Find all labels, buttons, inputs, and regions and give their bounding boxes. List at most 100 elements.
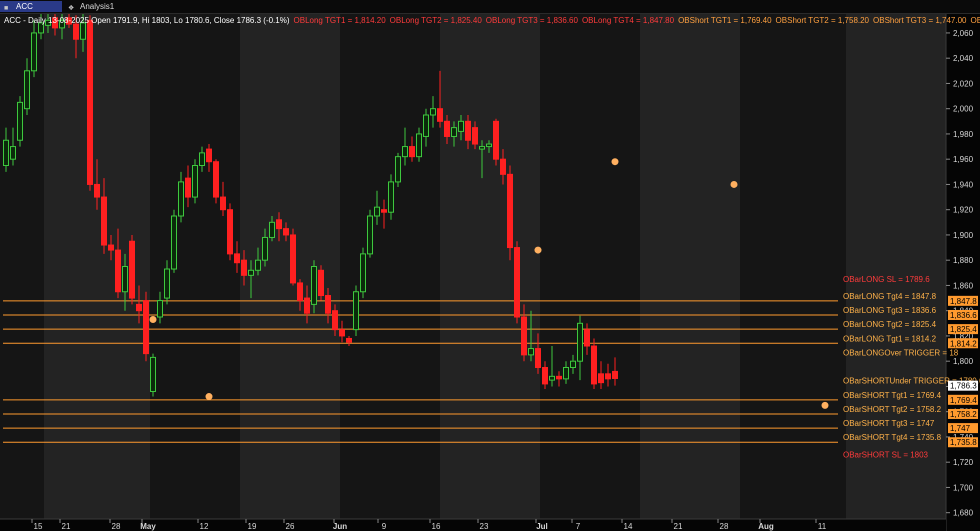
candle-body[interactable]	[542, 367, 548, 385]
signal-dot[interactable]	[821, 401, 829, 409]
candle-body[interactable]	[24, 70, 30, 110]
candle-body[interactable]	[3, 139, 9, 166]
candle-body[interactable]	[374, 206, 380, 217]
candle-body[interactable]	[339, 329, 345, 337]
candle-body[interactable]	[227, 209, 233, 255]
candle-body[interactable]	[269, 221, 275, 238]
candle-body[interactable]	[535, 348, 541, 368]
candle-body[interactable]	[234, 253, 240, 264]
candle-body[interactable]	[465, 120, 471, 141]
tab-analysis1[interactable]: ❖ Analysis1	[64, 1, 126, 12]
candle-body[interactable]	[150, 356, 156, 392]
candle-body[interactable]	[143, 300, 149, 355]
candle-body[interactable]	[10, 146, 16, 160]
candle-body[interactable]	[486, 143, 492, 148]
candle-body[interactable]	[122, 266, 128, 293]
header-target: OBLong TGT2 = 1,825.40	[390, 16, 483, 25]
signal-dot[interactable]	[534, 246, 542, 254]
candle-body[interactable]	[94, 183, 100, 198]
x-tick-label: 15	[34, 522, 43, 531]
candle-body[interactable]	[472, 127, 478, 145]
candle-body[interactable]	[108, 244, 114, 251]
tab-acc-daily[interactable]: ■ ACC (Daily)	[0, 1, 62, 22]
candle-body[interactable]	[563, 367, 569, 380]
candle-body[interactable]	[325, 295, 331, 314]
x-tick-label: 7	[576, 522, 581, 531]
candle-body[interactable]	[528, 348, 534, 356]
candle-body[interactable]	[556, 375, 562, 380]
candle-body[interactable]	[157, 300, 163, 318]
candle-body[interactable]	[360, 253, 366, 293]
signal-dot[interactable]	[730, 180, 738, 188]
candle-body[interactable]	[591, 345, 597, 385]
signal-dot[interactable]	[205, 393, 213, 401]
candle-body[interactable]	[507, 173, 513, 249]
candle-body[interactable]	[17, 101, 23, 141]
candle-body[interactable]	[136, 303, 142, 312]
candle-body[interactable]	[255, 259, 261, 271]
candle-body[interactable]	[395, 156, 401, 183]
chart-canvas[interactable]: 1,6801,7001,7201,7401,7601,7801,8001,820…	[0, 14, 980, 531]
candle-body[interactable]	[521, 316, 527, 356]
candle-body[interactable]	[367, 215, 373, 255]
candle-body[interactable]	[612, 370, 618, 379]
candle-body[interactable]	[115, 249, 121, 293]
candle-body[interactable]	[220, 196, 226, 211]
candle-body[interactable]	[185, 177, 191, 198]
candle-body[interactable]	[164, 268, 170, 299]
candle-body[interactable]	[318, 269, 324, 297]
candle-body[interactable]	[577, 322, 583, 362]
candle-body[interactable]	[458, 120, 464, 132]
candle-body[interactable]	[430, 108, 436, 116]
candle-body[interactable]	[262, 236, 268, 261]
candle-body[interactable]	[353, 291, 359, 331]
candle-body[interactable]	[129, 240, 135, 299]
candle-body[interactable]	[297, 282, 303, 302]
candle-body[interactable]	[73, 23, 79, 40]
candle-body[interactable]	[549, 375, 555, 381]
price-chart[interactable]: 1,6801,7001,7201,7401,7601,7801,8001,820…	[0, 14, 980, 531]
candle-body[interactable]	[101, 196, 107, 246]
candle-body[interactable]	[87, 19, 93, 185]
candle-body[interactable]	[493, 120, 499, 160]
candle-body[interactable]	[381, 209, 387, 213]
candle-body[interactable]	[192, 165, 198, 198]
candle-body[interactable]	[570, 360, 576, 368]
candle-body[interactable]	[283, 228, 289, 236]
candle-body[interactable]	[206, 148, 212, 163]
candle-body[interactable]	[409, 146, 415, 158]
candle-body[interactable]	[332, 310, 338, 331]
candle-body[interactable]	[241, 259, 247, 276]
candle-body[interactable]	[479, 146, 485, 150]
signal-dot[interactable]	[149, 316, 157, 324]
candle-body[interactable]	[178, 181, 184, 217]
candle-body[interactable]	[598, 373, 604, 384]
candle-body[interactable]	[584, 329, 590, 347]
candle-body[interactable]	[416, 133, 422, 158]
candle-body[interactable]	[423, 114, 429, 137]
candle-body[interactable]	[311, 266, 317, 305]
candle-body[interactable]	[290, 234, 296, 284]
candle-body[interactable]	[171, 215, 177, 270]
signal-dot[interactable]	[611, 158, 619, 166]
candle-body[interactable]	[402, 146, 408, 158]
candle-body[interactable]	[388, 181, 394, 213]
candle-body[interactable]	[437, 108, 443, 122]
candle-body[interactable]	[31, 32, 37, 72]
candle-body[interactable]	[213, 161, 219, 198]
tab-bar: ■ ACC (Daily) ❖ Analysis1	[0, 0, 980, 22]
candle-body[interactable]	[276, 219, 282, 230]
candle-body[interactable]	[199, 152, 205, 166]
candle-body[interactable]	[514, 247, 520, 318]
candle-body[interactable]	[605, 373, 611, 380]
candle-body[interactable]	[304, 297, 310, 314]
time-band	[846, 14, 946, 519]
candle-body[interactable]	[451, 127, 457, 137]
ohlc-header: ACC - Daily 13-08-2025 Open 1791.9, Hi 1…	[4, 16, 290, 25]
candle-body[interactable]	[80, 22, 86, 40]
candle-body[interactable]	[444, 120, 450, 137]
candle-body[interactable]	[346, 337, 352, 343]
candle-body[interactable]	[248, 269, 254, 276]
level-price-label: 1,735.8	[950, 438, 977, 447]
candle-body[interactable]	[500, 158, 506, 175]
